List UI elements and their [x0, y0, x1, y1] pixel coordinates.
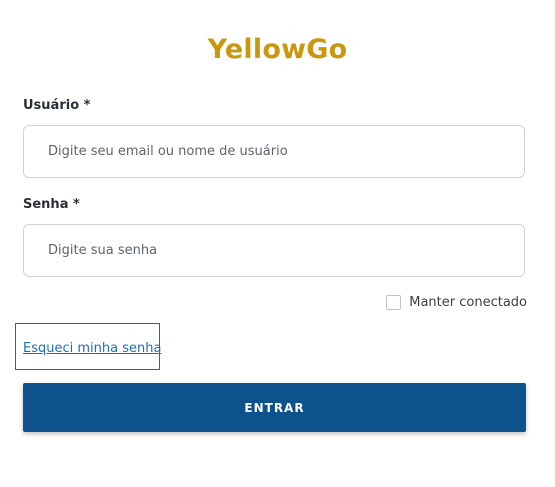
password-label: Senha * [23, 197, 80, 212]
brand-logo-text: YellowGo [207, 34, 348, 65]
username-label: Usuário * [23, 98, 91, 113]
login-page: YellowGo Usuário * Senha * Manter conect… [0, 0, 555, 487]
forgot-password-link[interactable]: Esqueci minha senha [23, 341, 161, 356]
username-input[interactable] [23, 125, 525, 178]
password-input[interactable] [23, 224, 525, 277]
remember-me[interactable]: Manter conectado [386, 295, 527, 310]
login-button[interactable]: ENTRAR [23, 383, 526, 432]
remember-label: Manter conectado [409, 295, 527, 310]
remember-checkbox[interactable] [386, 295, 402, 310]
